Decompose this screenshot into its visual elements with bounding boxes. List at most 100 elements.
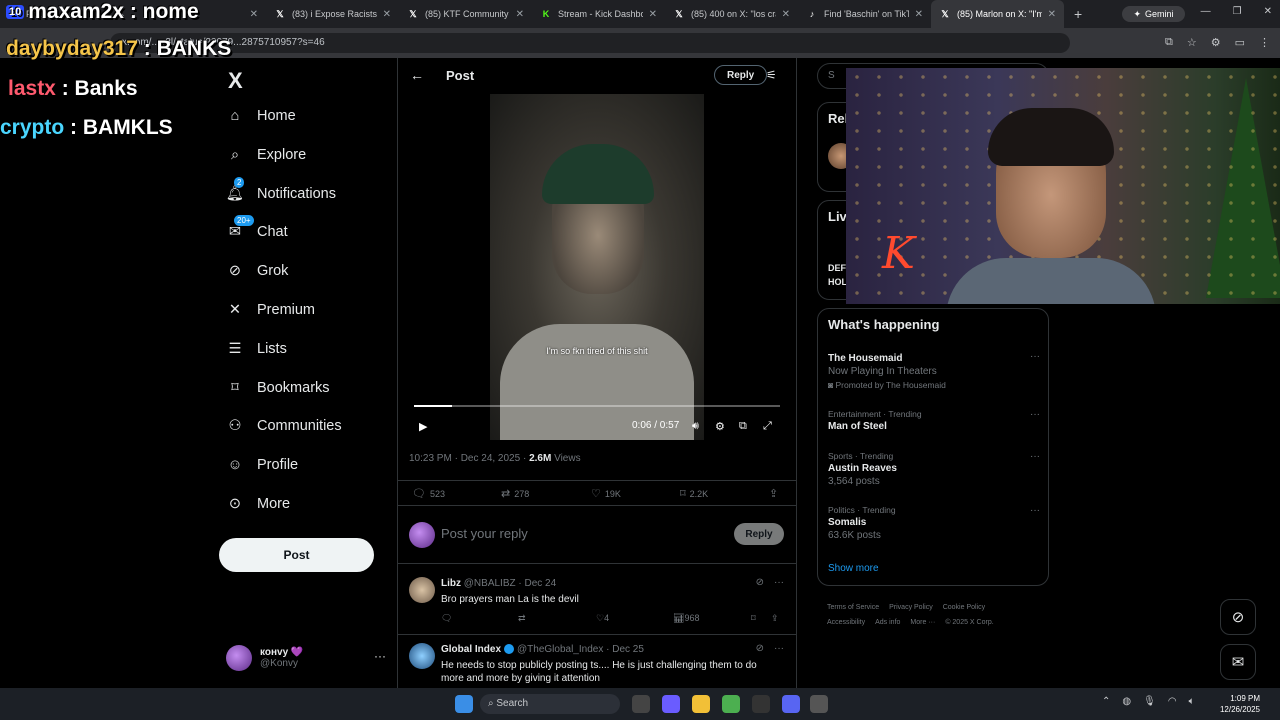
address-bar[interactable]: x.com/...p3l/status/20079...2875710957?s… [110, 33, 1070, 53]
new-tab-icon[interactable]: + [1064, 6, 1092, 22]
bookmark-icon[interactable]: ⌑ [751, 613, 756, 624]
footer-link[interactable]: Terms of Service [827, 604, 879, 611]
network-icon[interactable]: ◍ [1122, 696, 1131, 707]
menu-icon[interactable]: ⋮ [1259, 36, 1270, 49]
nav-item-premium[interactable]: ✕ Premium [226, 298, 315, 322]
reply-author[interactable]: Global Index [441, 644, 501, 655]
browser-tab[interactable]: 𝕏 (85) 400 on X: "los crash ✕ [665, 0, 798, 28]
reply-input[interactable]: Post your reply [441, 526, 528, 541]
sliders-icon[interactable]: ⚟ [766, 68, 777, 82]
reply-item[interactable]: Global Index @TheGlobal_Index · Dec 25 ⊘ ·… [398, 635, 796, 688]
discord-icon[interactable] [782, 695, 800, 713]
maximize-icon[interactable]: ❐ [1233, 6, 1242, 17]
browser-tab[interactable]: 𝕏 (85) KTF Community / X ✕ [399, 0, 532, 28]
live-line2[interactable]: HOL [828, 277, 847, 287]
close-icon[interactable]: ✕ [250, 9, 258, 20]
messages-icon[interactable]: ✉ [1220, 644, 1256, 680]
close-icon[interactable]: ✕ [915, 9, 923, 20]
browser-tab[interactable]: 𝕏 (85) Marlon on X: "I'm s ✕ [931, 0, 1064, 28]
volume-icon[interactable]: 🔊︎ [692, 420, 699, 433]
share-action[interactable]: ⇪ [769, 487, 778, 500]
show-more-link[interactable]: Show more [828, 563, 879, 574]
copilot-icon[interactable] [662, 695, 680, 713]
more-dots-icon[interactable]: ··· [1030, 351, 1040, 362]
volume-icon[interactable]: 🔈︎ [1189, 696, 1195, 707]
browser-tab[interactable]: 𝕏 (83) i Expose Racists & ✕ [266, 0, 399, 28]
close-icon[interactable]: ✕ [782, 9, 790, 20]
nav-item-grok[interactable]: ⊘ Grok [226, 259, 289, 283]
reply-header-button[interactable]: Reply [714, 65, 768, 85]
like-action[interactable]: ♡ 19K [591, 487, 621, 500]
play-icon[interactable]: ▶ [419, 420, 427, 433]
nav-item-chat[interactable]: ✉ 20+ Chat [226, 215, 288, 244]
close-window-icon[interactable]: ✕ [1264, 6, 1272, 17]
obs-icon[interactable] [752, 695, 770, 713]
nav-item-communities[interactable]: ⚇ Communities [226, 414, 342, 438]
file-explorer-icon[interactable] [692, 695, 710, 713]
trend-item[interactable]: Politics · Trending Somalis 63.6K posts … [828, 505, 1040, 541]
trend-item[interactable]: Entertainment · Trending Man of Steel ··… [828, 409, 1040, 432]
nav-item-profile[interactable]: ☺ Profile [226, 453, 299, 477]
repost-action[interactable]: ⇄ 278 [501, 487, 529, 500]
reply-action[interactable]: 🗨︎ 523 [412, 487, 445, 500]
reply-icon[interactable]: 🗨︎ [441, 613, 452, 624]
close-icon[interactable]: ✕ [383, 9, 391, 20]
x-logo-icon[interactable]: X [228, 68, 243, 94]
gemini-button[interactable]: ✦ Gemini [1122, 6, 1185, 22]
nav-item-notifications[interactable]: 🔔︎ 2 Notifications [226, 176, 336, 206]
nav-item-more[interactable]: ⊙ More [226, 492, 290, 516]
post-button[interactable]: Post [219, 538, 374, 572]
star-icon[interactable]: ☆ [1187, 36, 1197, 49]
extensions-icon[interactable]: ⚙ [1211, 36, 1221, 49]
sidebar-icon[interactable]: ▭ [1235, 36, 1245, 49]
browser-tab[interactable]: ♪ Find 'Baschin' on TikTok ✕ [798, 0, 931, 28]
footer-link[interactable]: Ads info [875, 619, 900, 626]
back-arrow-icon[interactable]: ← [410, 67, 424, 83]
minimize-icon[interactable]: — [1201, 6, 1211, 17]
close-icon[interactable]: ✕ [649, 9, 657, 20]
taskbar-search[interactable]: ⌕ Search [480, 694, 620, 714]
video-progress-bar[interactable] [414, 405, 780, 407]
browser-tab[interactable]: K Stream - Kick Dashboar ✕ [532, 0, 665, 28]
fullscreen-icon[interactable]: ⤢ [763, 420, 772, 433]
more-dots-icon[interactable]: ··· [774, 577, 784, 588]
settings-icon[interactable]: ⚙ [715, 420, 725, 433]
grok-icon[interactable]: ⊘ [756, 577, 764, 588]
nav-item-lists[interactable]: ☰ Lists [226, 337, 287, 361]
bookmark-action[interactable]: ⌑ 2.2K [680, 487, 708, 500]
more-dots-icon[interactable]: ··· [1030, 409, 1040, 420]
taskbar-clock[interactable]: 1:09 PM 12/26/2025 [1220, 693, 1260, 715]
account-switcher[interactable]: конvy 💜 @Konvy ··· [226, 643, 386, 673]
trend-item[interactable]: The Housemaid Now Playing In Theaters ◙ … [828, 351, 1040, 390]
reply-button[interactable]: Reply [734, 523, 784, 545]
wifi-icon[interactable]: ◠ [1168, 696, 1177, 707]
footer-link[interactable]: Privacy Policy [889, 604, 933, 611]
reply-author[interactable]: Libz [441, 578, 461, 589]
views-action[interactable]: 📊︎ 968 [673, 613, 699, 624]
like-action[interactable]: ♡ 4 [596, 613, 609, 624]
chrome-icon[interactable] [722, 695, 740, 713]
pip-icon[interactable]: ⧉ [739, 420, 747, 433]
mic-icon[interactable]: 🎙︎ [1143, 696, 1156, 707]
close-icon[interactable]: ✕ [1048, 9, 1056, 20]
install-icon[interactable]: ⧉ [1165, 36, 1173, 49]
trend-item[interactable]: Sports · Trending Austin Reaves 3,564 po… [828, 451, 1040, 487]
footer-link[interactable]: More ··· [910, 619, 935, 626]
share-icon[interactable]: ⇪ [771, 613, 779, 624]
reply-item[interactable]: Libz @NBALIBZ · Dec 24 ⊘ ··· Bro prayers … [398, 569, 796, 635]
nav-item-explore[interactable]: ⌕ Explore [226, 143, 306, 167]
more-dots-icon[interactable]: ··· [774, 643, 784, 654]
more-dots-icon[interactable]: ··· [374, 649, 386, 663]
task-view-icon[interactable] [632, 695, 650, 713]
live-line1[interactable]: DEF [828, 263, 846, 273]
windows-start-icon[interactable] [455, 695, 473, 713]
app-icon[interactable] [810, 695, 828, 713]
more-dots-icon[interactable]: ··· [1030, 451, 1040, 462]
repost-icon[interactable]: ⇄ [518, 613, 526, 624]
footer-link[interactable]: Accessibility [827, 619, 865, 626]
grok-icon[interactable]: ⊘ [756, 643, 764, 654]
close-icon[interactable]: ✕ [516, 9, 524, 20]
grok-float-icon[interactable]: ⊘ [1220, 599, 1256, 635]
more-dots-icon[interactable]: ··· [1030, 505, 1040, 516]
nav-item-bookmarks[interactable]: ⌑ Bookmarks [226, 376, 329, 400]
